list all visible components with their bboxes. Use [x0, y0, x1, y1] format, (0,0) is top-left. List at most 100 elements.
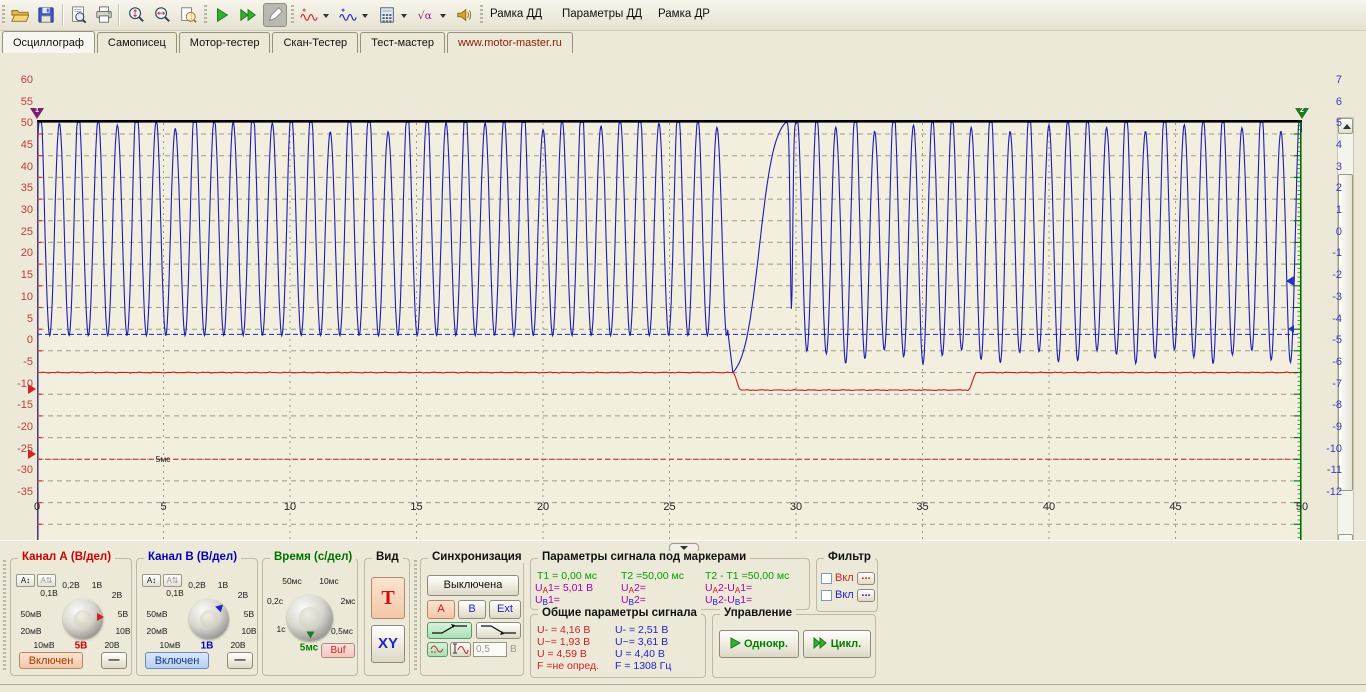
cycle-run-button[interactable]: Цикл.	[803, 630, 871, 658]
filter-b-more-button[interactable]: ...	[857, 589, 875, 602]
tab-2[interactable]: Самописец	[97, 32, 177, 53]
zoom-page-button[interactable]	[176, 3, 200, 27]
sync-falling-edge-button[interactable]	[476, 622, 521, 639]
channel-b-invert-button[interactable]: —	[227, 652, 253, 669]
time-marker-2[interactable]: 2	[1295, 108, 1309, 120]
math-functions-dropdown[interactable]	[438, 3, 449, 27]
scope-plot[interactable]	[37, 120, 1302, 550]
t2-t1-value: T2 - T1 =50,00 мс	[705, 570, 789, 582]
print-preview-icon	[69, 6, 87, 24]
channel-b-baseline-handle[interactable]	[1288, 325, 1294, 333]
red-wave-icon	[300, 6, 318, 24]
knob-label-20мВ: 20мВ	[21, 626, 42, 636]
knob-label-5В: 5В	[118, 609, 128, 619]
toolbar-grip[interactable]	[291, 5, 294, 25]
math-functions-button[interactable]: √α	[414, 3, 438, 27]
sync-mode-1-button[interactable]	[427, 642, 448, 657]
sync-rising-edge-button[interactable]	[427, 622, 472, 639]
tab-4[interactable]: Скан-Тестер	[272, 32, 358, 53]
menu-parametry-dd[interactable]: Параметры ДД	[562, 8, 642, 20]
tab-1[interactable]: Осциллограф	[2, 31, 95, 54]
menu-ramka-dr[interactable]: Рамка ДР	[658, 8, 710, 20]
left-axis-tick-35: 35	[2, 182, 33, 194]
buffer-button[interactable]: Buf	[321, 643, 355, 658]
sync-source-ext-button[interactable]: Ext	[489, 600, 521, 619]
sync-level-unit: В	[510, 644, 517, 655]
calculator-dropdown[interactable]	[399, 3, 410, 27]
sound-button[interactable]	[452, 3, 476, 27]
run-cycle-button[interactable]	[236, 3, 260, 27]
arrow-down-icon	[680, 546, 688, 550]
channel-a-coupling-button[interactable]: A⇅	[37, 574, 56, 587]
calculator-button[interactable]	[375, 3, 399, 27]
channel-b-panel: Канал В (В/дел) A↕ A⇅ 0,1В0,2В1В2В5В10В2…	[136, 558, 258, 676]
knob-pointer-icon	[307, 632, 315, 639]
zoom-horizontal-button[interactable]	[150, 3, 174, 27]
save-button[interactable]	[34, 3, 58, 27]
print-button[interactable]	[92, 3, 116, 27]
left-axis-tick--5: -5	[2, 356, 33, 368]
signal-b-button[interactable]	[336, 3, 360, 27]
knob-label-0,2В: 0,2В	[188, 580, 206, 590]
x-axis-tick-40: 40	[1029, 501, 1069, 513]
sync-mode-2-button[interactable]	[450, 642, 471, 657]
filter-a-checkbox[interactable]	[821, 573, 832, 584]
left-axis-tick-15: 15	[2, 269, 33, 281]
sync-wave-icon	[429, 643, 446, 654]
right-axis-tick--8: -8	[1311, 399, 1342, 411]
toolbar-grip[interactable]	[480, 5, 483, 25]
tab-5[interactable]: Тест-мастер	[360, 32, 445, 53]
open-file-button[interactable]	[8, 3, 32, 27]
sync-off-button[interactable]: Выключена	[427, 575, 519, 596]
channel-b-autorange-button[interactable]: A↕	[142, 574, 161, 587]
panel-grip[interactable]	[414, 560, 417, 672]
tab-6[interactable]: www.motor-master.ru	[447, 32, 573, 53]
toolbar-grip[interactable]	[2, 5, 5, 25]
view-time-button[interactable]: T	[371, 577, 405, 619]
panel-grip[interactable]	[3, 560, 6, 672]
svg-text:√α: √α	[418, 9, 432, 22]
play-icon	[730, 637, 741, 649]
channel-a-autorange-button[interactable]: A↕	[16, 574, 35, 587]
tab-3[interactable]: Мотор-тестер	[179, 32, 271, 53]
right-axis-tick--3: -3	[1311, 291, 1342, 303]
run-button[interactable]	[210, 3, 234, 27]
rising-edge-icon	[429, 623, 470, 636]
knob-label-50мВ: 50мВ	[147, 609, 168, 619]
x-axis-tick-20: 20	[523, 501, 563, 513]
right-axis-tick--2: -2	[1311, 269, 1342, 281]
knob-label-10мВ: 10мВ	[160, 640, 181, 650]
edit-button[interactable]	[263, 3, 287, 27]
channel-a-invert-button[interactable]: —	[101, 652, 127, 669]
chevron-down-icon	[401, 14, 407, 18]
filter-b-checkbox[interactable]	[821, 590, 832, 601]
zoom-vertical-button[interactable]	[124, 3, 148, 27]
filter-a-more-button[interactable]: ...	[857, 572, 875, 585]
channel-b-power-button[interactable]: Включен	[145, 652, 209, 669]
left-axis-tick--35: -35	[2, 486, 33, 498]
signal-b-dropdown[interactable]	[360, 3, 371, 27]
right-axis-tick--11: -11	[1311, 464, 1342, 476]
sync-source-a-button[interactable]: А	[427, 600, 455, 619]
blue-wave-icon	[339, 6, 357, 24]
sync-source-b-button[interactable]: В	[458, 600, 486, 619]
signal-a-button[interactable]	[297, 3, 321, 27]
menu-ramka-dd[interactable]: Рамка ДД	[490, 8, 542, 20]
right-axis-tick-2: 2	[1311, 182, 1342, 194]
print-preview-button[interactable]	[66, 3, 90, 27]
sync-level-input[interactable]	[473, 642, 507, 657]
signal-a-dropdown[interactable]	[321, 3, 332, 27]
single-run-button[interactable]: Однокр.	[719, 630, 799, 658]
channel-a-power-button[interactable]: Включен	[19, 652, 83, 669]
param-row: U~= 1,93 В	[537, 636, 599, 648]
channel-b-zero-marker[interactable]	[1286, 276, 1294, 286]
channel-b-coupling-button[interactable]: A⇅	[163, 574, 182, 587]
sync-title: Синхронизация	[428, 551, 526, 563]
toolbar-grip[interactable]	[204, 5, 207, 25]
knob-label-20мВ: 20мВ	[147, 626, 168, 636]
speaker-icon	[455, 6, 473, 24]
knob-label-0,1В: 0,1В	[166, 588, 184, 598]
view-xy-button[interactable]: XY	[371, 625, 405, 663]
knob-label-0,5мс: 0,5мс	[331, 626, 353, 636]
filter-a-label: Вкл	[835, 572, 854, 584]
